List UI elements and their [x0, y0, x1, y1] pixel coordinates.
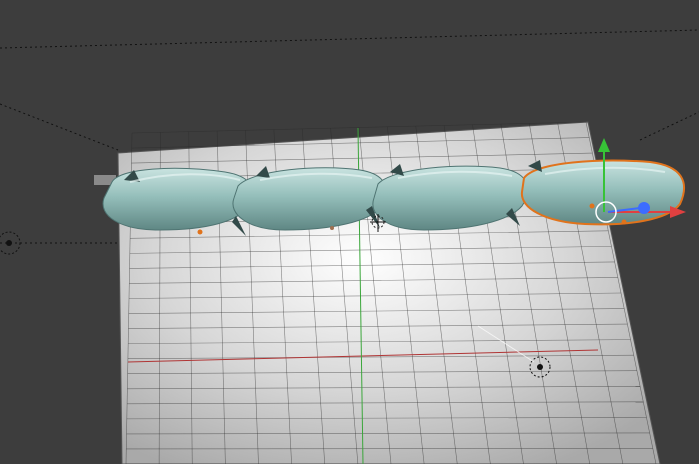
twisted-rope-mesh[interactable] [102, 159, 685, 236]
vertex-dot [621, 219, 627, 225]
gizmo-z-handle-icon[interactable] [638, 202, 650, 214]
gizmo-x-arrow-icon[interactable] [670, 206, 686, 218]
3d-viewport[interactable] [0, 0, 699, 464]
vertex-dot [197, 229, 203, 235]
viewport-canvas[interactable] [0, 0, 699, 464]
mesh-segment-4-selected[interactable] [520, 159, 685, 226]
vertex-dot [330, 226, 334, 230]
vertex-dot [589, 203, 595, 209]
gizmo-y-arrow-icon[interactable] [598, 138, 610, 152]
